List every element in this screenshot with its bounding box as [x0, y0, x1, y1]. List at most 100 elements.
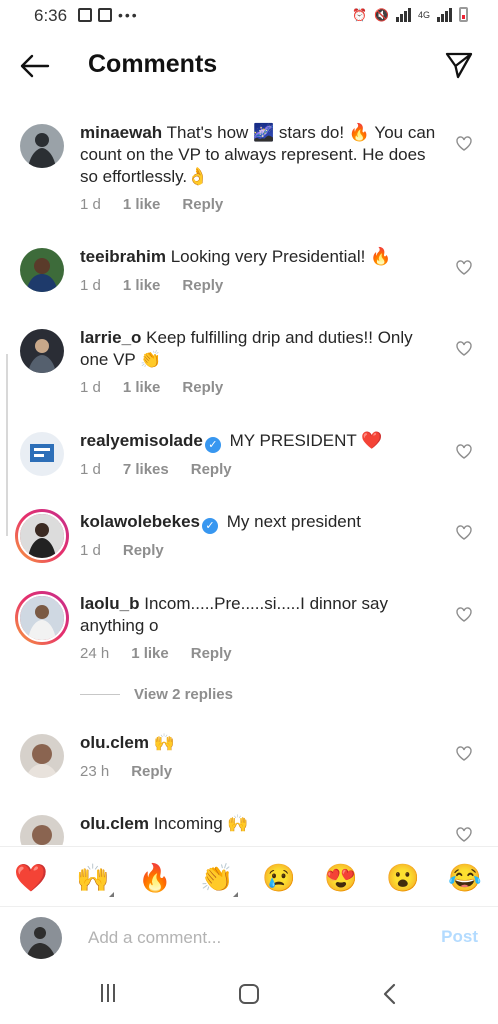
- comment-text: teeibrahim Looking very Presidential! 🔥: [80, 246, 440, 268]
- reply-button[interactable]: Reply: [191, 461, 232, 478]
- signal-icon-2: [437, 7, 452, 22]
- comment-text: minaewah That's how 🌌 stars do! 🔥 You ca…: [80, 122, 440, 188]
- battery-icon: [459, 7, 468, 22]
- comment-time: 1 d: [80, 461, 101, 478]
- comment-text: realyemisolade ✓ MY PRESIDENT ❤️: [80, 430, 440, 453]
- avatar[interactable]: [20, 124, 64, 168]
- comment-time: 1 d: [80, 277, 101, 294]
- reply-button[interactable]: Reply: [131, 763, 172, 780]
- comment-username[interactable]: laolu_b: [80, 594, 140, 613]
- emoji-heart-eyes-button[interactable]: 😍: [324, 861, 358, 895]
- comment-text: larrie_o Keep fulfilling drip and duties…: [80, 327, 440, 371]
- verified-badge-icon: ✓: [204, 437, 221, 453]
- view-replies-label: View 2 replies: [134, 686, 233, 703]
- direct-share-icon[interactable]: [444, 50, 474, 80]
- reply-button[interactable]: Reply: [182, 277, 223, 294]
- comment-text: laolu_b Incom.....Pre.....si.....I dinno…: [80, 593, 440, 637]
- like-heart-icon[interactable]: [456, 444, 472, 459]
- system-icons: ⏰ 🔇 4G: [352, 7, 468, 22]
- notification-icons: •••: [78, 7, 139, 23]
- emoji-surprised-button[interactable]: 😮: [386, 861, 420, 895]
- like-heart-icon[interactable]: [456, 607, 472, 622]
- status-bar: 6:36 ••• ⏰ 🔇 4G: [0, 0, 498, 34]
- emoji-crying-button[interactable]: 😢: [262, 861, 296, 895]
- comment-username[interactable]: olu.clem: [80, 814, 149, 833]
- emoji-laughing-button[interactable]: 😂: [448, 861, 482, 895]
- like-heart-icon[interactable]: [456, 525, 472, 540]
- avatar[interactable]: [20, 815, 64, 845]
- comment-body: MY PRESIDENT ❤️: [229, 431, 383, 450]
- comment-likes[interactable]: 7 likes: [123, 461, 169, 478]
- emoji-clapping-button[interactable]: 👏: [200, 861, 238, 897]
- verified-badge-icon: ✓: [202, 518, 219, 534]
- view-replies-button[interactable]: View 2 replies: [80, 686, 233, 703]
- signal-icon: [395, 7, 411, 22]
- avatar[interactable]: [20, 248, 64, 292]
- system-nav-bar: [0, 968, 498, 1024]
- comment-username[interactable]: olu.clem: [80, 733, 149, 752]
- system-back-icon[interactable]: [380, 983, 400, 1005]
- comments-list[interactable]: minaewah That's how 🌌 stars do! 🔥 You ca…: [0, 110, 498, 845]
- mute-icon: 🔇: [374, 7, 389, 22]
- avatar[interactable]: [20, 329, 64, 373]
- comment-likes[interactable]: 1 like: [123, 277, 161, 294]
- comment-username[interactable]: larrie_o: [80, 328, 141, 347]
- comment-username[interactable]: minaewah: [80, 123, 162, 142]
- comment-likes[interactable]: 1 like: [131, 645, 169, 662]
- avatar[interactable]: [20, 432, 64, 476]
- comment-body: Incoming 🙌: [153, 814, 249, 833]
- home-icon[interactable]: [239, 984, 259, 1004]
- comment-time: 24 h: [80, 645, 110, 662]
- recent-apps-icon[interactable]: [101, 984, 121, 1004]
- comment-meta: 1 d Reply: [80, 542, 186, 559]
- comment-meta: 1 d 1 like Reply: [80, 277, 245, 294]
- divider-line: [80, 694, 120, 695]
- comment-likes[interactable]: 1 like: [123, 196, 161, 213]
- emoji-fire-button[interactable]: 🔥: [138, 861, 172, 895]
- comment-username[interactable]: teeibrahim: [80, 247, 166, 266]
- comment-time: 1 d: [80, 379, 101, 396]
- comment-text: kolawolebekes ✓ My next president: [80, 511, 440, 534]
- comment-text: olu.clem Incoming 🙌: [80, 813, 440, 835]
- avatar-story-ring[interactable]: [15, 591, 69, 645]
- reply-button[interactable]: Reply: [123, 542, 164, 559]
- comment-username[interactable]: realyemisolade: [80, 431, 203, 450]
- comment-likes[interactable]: 1 like: [123, 379, 161, 396]
- comment-time: 23 h: [80, 763, 110, 780]
- comment-body: 🙌: [153, 733, 175, 752]
- like-heart-icon[interactable]: [456, 341, 472, 356]
- reply-button[interactable]: Reply: [182, 196, 223, 213]
- comment-body: Looking very Presidential! 🔥: [170, 247, 392, 266]
- comment-time: 1 d: [80, 196, 101, 213]
- more-notifications-icon: •••: [118, 7, 139, 23]
- reply-button[interactable]: Reply: [182, 379, 223, 396]
- alarm-icon: ⏰: [352, 7, 368, 22]
- comment-username[interactable]: kolawolebekes: [80, 512, 200, 531]
- comment-text: olu.clem 🙌: [80, 732, 440, 754]
- emoji-raising-hands-button[interactable]: 🙌: [76, 861, 114, 897]
- add-comment-input[interactable]: [86, 924, 420, 952]
- add-comment-bar: Post: [0, 906, 498, 969]
- page-title: Comments: [88, 50, 218, 78]
- comment-meta: 1 d 7 likes Reply: [80, 461, 254, 478]
- comment-body: My next president: [226, 512, 361, 531]
- emoji-quick-bar: ❤️ 🙌 🔥 👏 😢 😍 😮 😂: [0, 846, 498, 907]
- like-heart-icon[interactable]: [456, 827, 472, 842]
- like-heart-icon[interactable]: [456, 260, 472, 275]
- photo-notification-icon: [98, 8, 112, 22]
- comment-meta: 1 d 1 like Reply: [80, 379, 245, 396]
- back-arrow-icon[interactable]: [18, 52, 50, 80]
- network-type-label: 4G: [417, 9, 430, 20]
- comment-time: 1 d: [80, 542, 101, 559]
- gallery-notification-icon: [78, 8, 92, 22]
- emoji-red-heart-button[interactable]: ❤️: [14, 861, 48, 895]
- post-button[interactable]: Post: [441, 927, 478, 947]
- like-heart-icon[interactable]: [456, 746, 472, 761]
- status-time: 6:36: [34, 6, 68, 25]
- avatar-story-ring[interactable]: [15, 509, 69, 563]
- like-heart-icon[interactable]: [456, 136, 472, 151]
- avatar[interactable]: [20, 734, 64, 778]
- scroll-indicator: [6, 354, 8, 536]
- reply-button[interactable]: Reply: [191, 645, 232, 662]
- my-avatar: [20, 917, 62, 959]
